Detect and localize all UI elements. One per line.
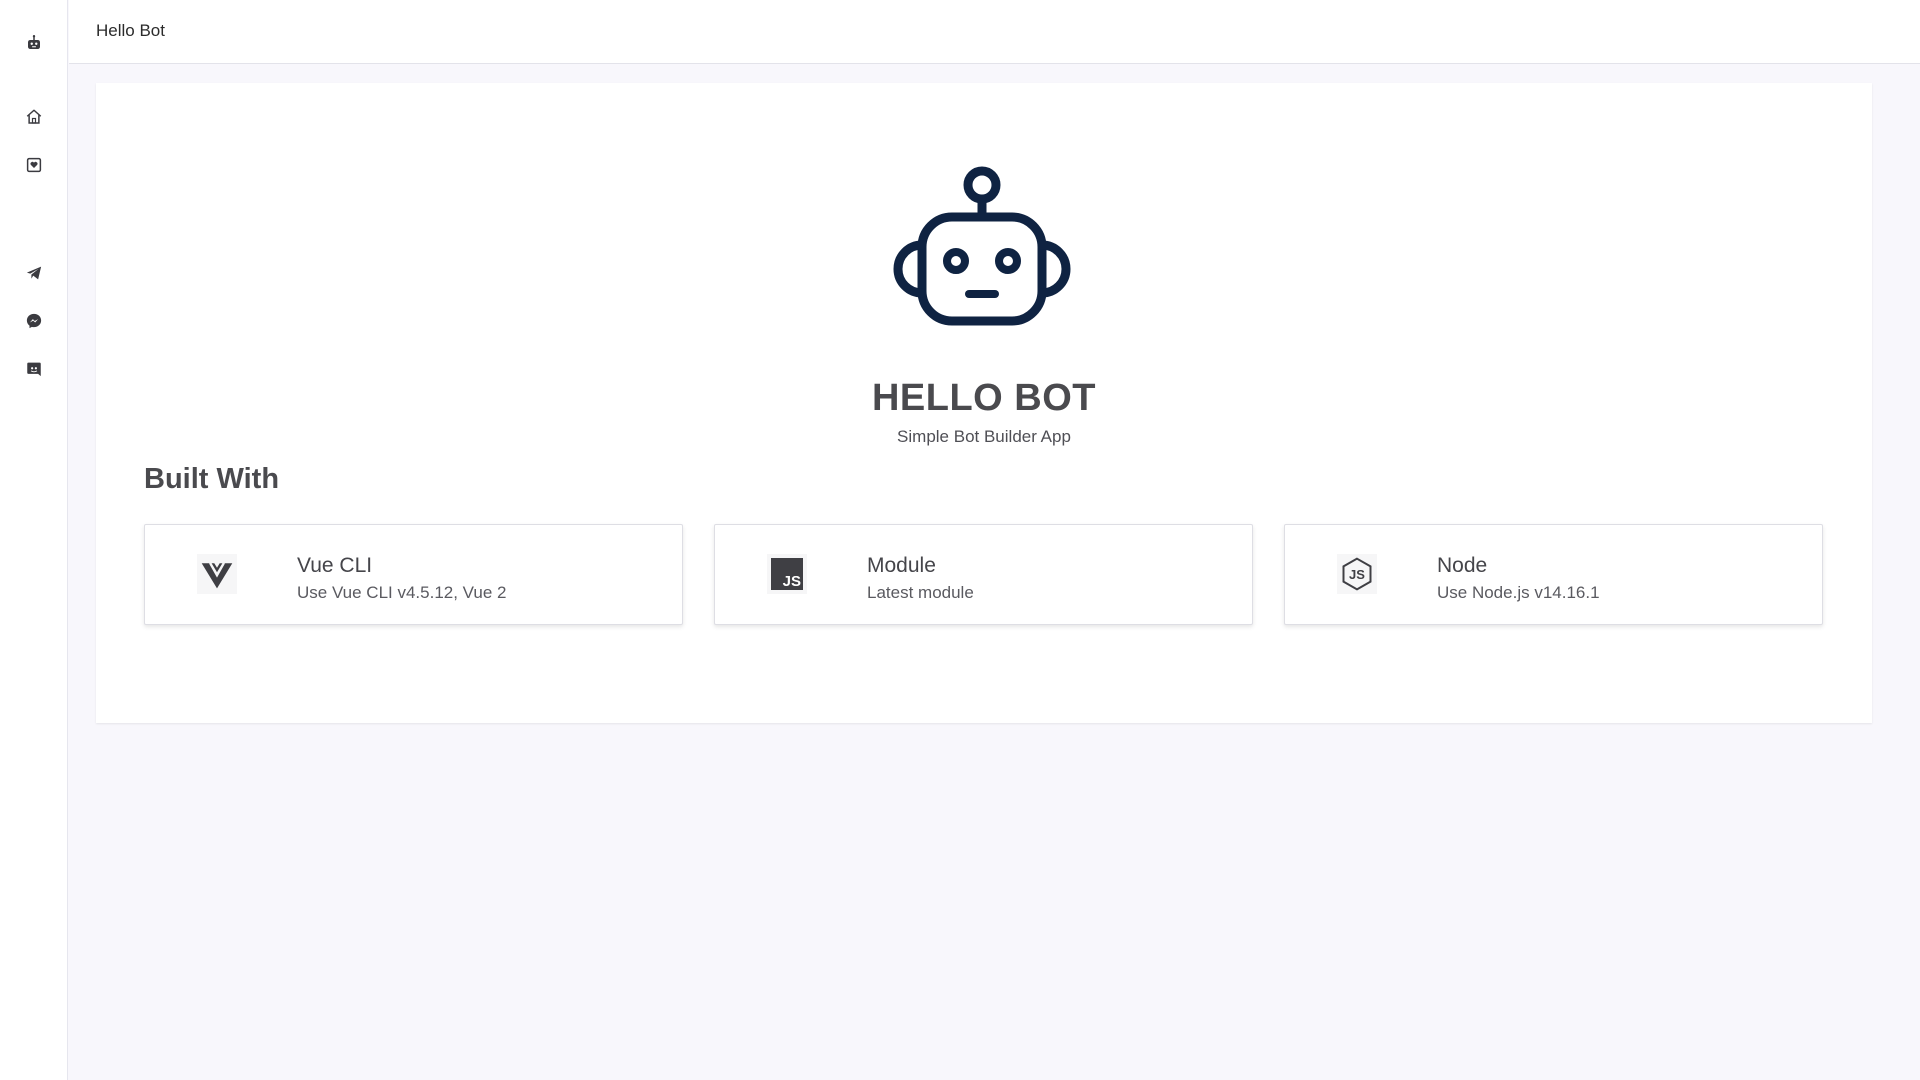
sidebar (0, 0, 68, 1080)
discord-icon (27, 362, 41, 377)
card-title: Module (867, 554, 936, 577)
sidebar-item-discord[interactable] (18, 353, 50, 385)
sidebar-item-home[interactable] (18, 101, 50, 133)
sidebar-item-favorites[interactable] (18, 149, 50, 181)
messenger-icon (26, 313, 42, 329)
nodejs-icon: JS (1337, 554, 1377, 594)
telegram-icon (26, 266, 42, 280)
robot-icon (893, 166, 1071, 326)
sidebar-item-telegram[interactable] (18, 257, 50, 289)
heart-inbox-icon (26, 157, 42, 173)
tech-card-vue-cli[interactable]: Vue CLI Use Vue CLI v4.5.12, Vue 2 (144, 524, 683, 625)
card-title: Node (1437, 554, 1488, 577)
page-title: Hello Bot (96, 21, 165, 40)
built-with-heading: Built With (144, 463, 280, 495)
vue-icon (197, 554, 237, 594)
card-description: Use Vue CLI v4.5.12, Vue 2 (297, 583, 507, 602)
hero-title: HELLO BOT (871, 377, 1097, 419)
sidebar-item-messenger[interactable] (18, 305, 50, 337)
card-title: Vue CLI (297, 554, 373, 577)
tech-card-node[interactable]: JS Node Use Node.js v14.16.1 (1284, 524, 1823, 625)
main-panel: HELLO BOT Simple Bot Builder App Built W… (96, 83, 1872, 723)
robot-icon (28, 35, 40, 49)
nodejs-icon-label: JS (1349, 566, 1365, 582)
home-icon (26, 109, 42, 124)
card-description: Latest module (867, 583, 974, 602)
hero-subtitle: Simple Bot Builder App (897, 427, 1071, 446)
tech-card-module[interactable]: JS Module Latest module (714, 524, 1253, 625)
app-logo-robot-icon[interactable] (18, 27, 50, 59)
js-icon: JS (767, 554, 807, 594)
card-description: Use Node.js v14.16.1 (1437, 583, 1600, 602)
top-bar: Hello Bot (69, 0, 1920, 64)
js-icon-label: JS (782, 573, 801, 590)
